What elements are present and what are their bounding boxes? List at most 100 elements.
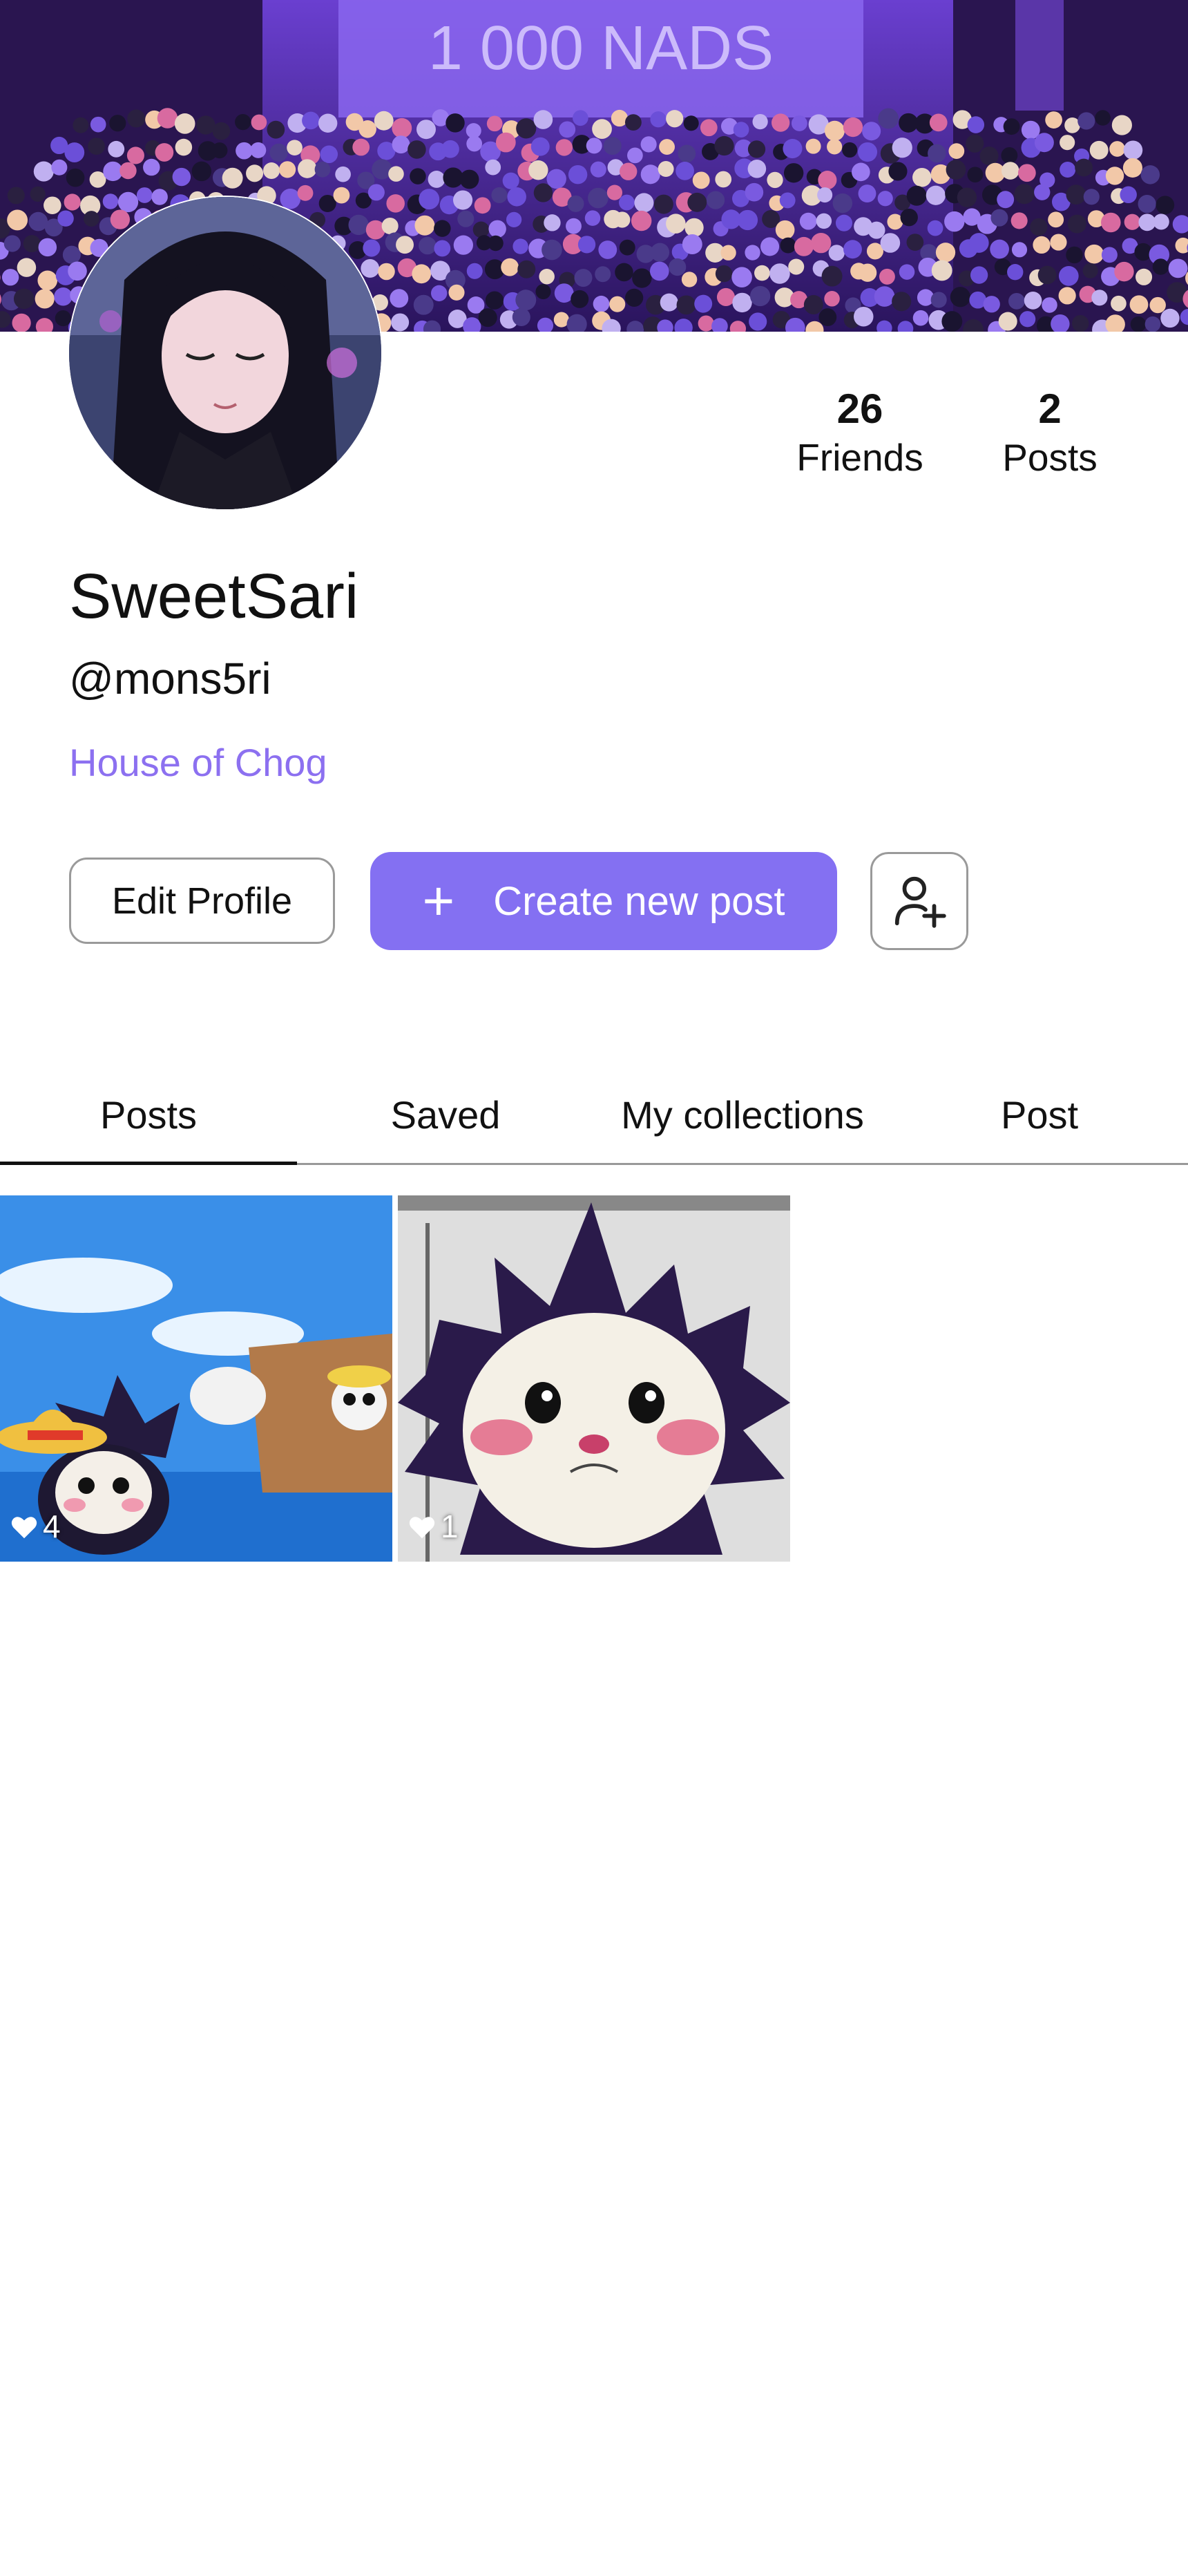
crowd-figure [929,113,948,132]
crowd-figure [824,120,845,141]
stat-posts[interactable]: 2 Posts [981,384,1119,481]
crowd-figure [906,185,927,206]
crowd-figure [625,288,644,307]
crowd-figure [676,162,694,180]
crowd-figure [88,138,105,155]
crowd-figure [586,138,602,154]
crowd-figure [1135,268,1153,285]
create-post-label: Create new post [493,878,785,924]
crowd-figure [555,139,573,156]
crowd-figure [269,143,288,162]
crowd-figure [386,194,405,213]
crowd-figure [1060,162,1076,178]
crowd-figure [946,160,966,180]
avatar-image [69,197,381,509]
crowd-figure [843,117,863,138]
crowd-figure [1008,293,1025,310]
guild-link[interactable]: House of Chog [69,738,327,788]
tab-post[interactable]: Post [891,1064,1188,1165]
crowd-figure [348,214,369,236]
crowd-figure [12,313,31,332]
crowd-figure [1075,158,1093,177]
crowd-figure [590,161,606,178]
crowd-figure [857,142,878,162]
crowd-figure [528,160,548,180]
crowd-figure [619,194,635,211]
crowd-figure [783,163,804,183]
crowd-figure [1019,311,1036,328]
crowd-figure [926,185,946,205]
crowd-figure [30,186,46,202]
crowd-figure [1042,297,1057,313]
crowd-figure [472,221,490,238]
profile-tabs: Posts Saved My collections Post [0,1064,1188,1165]
crowd-figure [732,292,752,313]
crowd-figure [649,261,669,281]
tab-posts[interactable]: Posts [0,1064,297,1165]
crowd-figure [990,209,1008,227]
crowd-figure [466,263,483,279]
stat-friends[interactable]: 26 Friends [780,384,939,481]
crowd-figure [457,210,475,227]
crowd-figure [363,239,381,257]
likes-count: 1 [441,1508,459,1544]
crowd-figure [794,236,814,256]
crowd-figure [1122,158,1142,178]
crowd-figure [474,197,491,214]
crowd-figure [1129,295,1149,314]
crowd-figure [102,193,119,209]
crowd-figure [592,119,612,139]
crowd-figure [57,210,74,227]
crowd-figure [1149,296,1166,314]
crowd-figure [948,143,965,159]
crowd-figure [928,144,946,163]
crowd-figure [631,210,652,231]
tab-my-collections[interactable]: My collections [594,1064,891,1165]
crowd-figure [593,295,610,312]
crowd-figure [246,164,264,182]
crowd-figure [749,312,767,331]
crowd-figure [392,135,410,154]
crowd-figure [653,194,673,214]
crowd-figure [110,209,131,229]
crowd-figure [109,115,126,132]
crowd-figure [250,142,267,158]
crowd-figure [1101,247,1118,263]
friends-count: 26 [836,386,883,432]
crowd-figure [731,267,752,287]
crowd-figure [1095,110,1111,126]
post-tile[interactable]: 1 [398,1195,790,1562]
crowd-figure [970,266,988,284]
crowd-figure [212,122,231,140]
crowd-figure [396,236,414,254]
crowd-figure [13,288,35,310]
crowd-figure [488,220,506,238]
crowd-figure [287,140,303,156]
crowd-figure [828,245,845,261]
tab-saved[interactable]: Saved [297,1064,594,1165]
crowd-figure [1156,196,1175,215]
crowd-figure [771,113,790,132]
profile-avatar[interactable] [69,197,381,509]
crowd-figure [609,296,626,312]
create-post-button[interactable]: + Create new post [370,852,837,950]
crowd-figure [157,108,178,129]
crowd-figure [619,162,638,180]
add-friend-button[interactable] [870,852,968,950]
crowd-figure [1058,266,1079,286]
post-tile[interactable]: 4 [0,1195,392,1562]
edit-profile-button[interactable]: Edit Profile [69,858,335,944]
crowd-figure [966,134,984,153]
crowd-figure [880,233,901,253]
crowd-figure [1138,214,1156,231]
crowd-figure [1010,212,1028,229]
crowd-figure [983,296,1000,313]
post-image-pirate-chog [0,1195,392,1562]
crowd-figure [788,258,805,275]
crowd-figure [55,310,71,327]
crowd-figure [634,193,654,213]
crowd-figure [174,113,195,134]
crowd-figure [852,162,870,182]
crowd-figure [888,162,908,181]
crowd-figure [1144,316,1161,332]
